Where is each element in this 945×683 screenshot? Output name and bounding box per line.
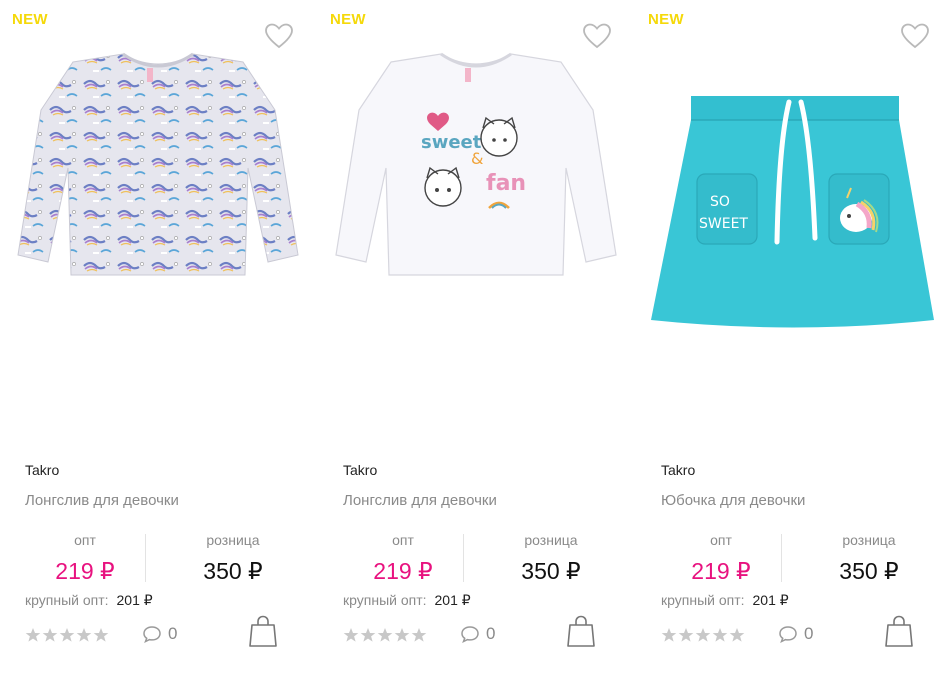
wholesale-label: крупный опт: (25, 592, 109, 608)
wholesale-label: крупный опт: (661, 592, 745, 608)
product-card[interactable]: NEW SO SWEET Takro Юбочка для девочки оп… (644, 0, 944, 683)
print-text-fan: fan (486, 171, 526, 196)
shopping-bag-icon (885, 615, 913, 647)
star-rating[interactable] (25, 627, 109, 643)
price-retail-column: розница 350 ₽ (481, 532, 621, 585)
star-rating[interactable] (343, 627, 427, 643)
price-opt-label: опт (392, 532, 414, 548)
price-opt-label: опт (74, 532, 96, 548)
price-opt-column: опт 219 ₽ (25, 532, 145, 585)
price-block: опт 219 ₽ розница 350 ₽ (661, 532, 941, 584)
star-icon (59, 628, 75, 642)
product-card[interactable]: NEW Takro Лонгслив для девочки опт 219 ₽… (8, 0, 308, 683)
product-title[interactable]: Лонгслив для девочки (25, 492, 179, 509)
star-icon (25, 628, 41, 642)
favorite-heart-icon[interactable] (582, 22, 612, 50)
comments-count: 0 (486, 624, 496, 643)
print-text-sweet: SWEET (699, 216, 748, 232)
star-icon (76, 628, 92, 642)
price-retail-value: 350 ₽ (521, 558, 581, 584)
product-brand[interactable]: Takro (343, 462, 377, 478)
comments-count: 0 (804, 624, 814, 643)
product-title[interactable]: Юбочка для девочки (661, 492, 805, 509)
price-retail-column: розница 350 ₽ (799, 532, 939, 585)
wholesale-value: 201 ₽ (752, 592, 789, 608)
add-to-cart-button[interactable] (566, 614, 596, 648)
star-icon (360, 628, 376, 642)
star-icon (678, 628, 694, 642)
price-retail-value: 350 ₽ (839, 558, 899, 584)
price-opt-value: 219 ₽ (373, 558, 433, 584)
price-retail-label: розница (842, 532, 896, 548)
favorite-heart-icon[interactable] (900, 22, 930, 50)
star-icon (377, 628, 393, 642)
star-icon (343, 628, 359, 642)
wholesale-price: крупный опт: 201 ₽ (661, 592, 789, 609)
new-badge: NEW (330, 11, 366, 28)
product-photo-skirt[interactable]: SO SWEET (644, 50, 944, 430)
price-divider (463, 534, 464, 582)
product-brand[interactable]: Takro (25, 462, 59, 478)
price-retail-label: розница (206, 532, 260, 548)
comment-icon (461, 626, 479, 643)
star-icon (661, 628, 677, 642)
comments-link[interactable]: 0 (142, 624, 177, 644)
star-icon (394, 628, 410, 642)
product-title[interactable]: Лонгслив для девочки (343, 492, 497, 509)
price-opt-value: 219 ₽ (691, 558, 751, 584)
product-card[interactable]: NEW sweet & fan Takro Лонгслив для девоч… (326, 0, 626, 683)
svg-text:&: & (471, 149, 483, 168)
price-retail-value: 350 ₽ (203, 558, 263, 584)
star-icon (411, 628, 427, 642)
star-icon (712, 628, 728, 642)
shopping-bag-icon (567, 615, 595, 647)
product-brand[interactable]: Takro (661, 462, 695, 478)
shopping-bag-icon (249, 615, 277, 647)
product-photo-longsleeve[interactable]: sweet & fan (326, 50, 626, 430)
star-icon (42, 628, 58, 642)
wholesale-label: крупный опт: (343, 592, 427, 608)
star-rating[interactable] (661, 627, 745, 643)
comment-icon (779, 626, 797, 643)
price-opt-column: опт 219 ₽ (661, 532, 781, 585)
add-to-cart-button[interactable] (884, 614, 914, 648)
comments-link[interactable]: 0 (778, 624, 813, 644)
star-icon (93, 628, 109, 642)
comment-icon (143, 626, 161, 643)
add-to-cart-button[interactable] (248, 614, 278, 648)
comments-count: 0 (168, 624, 178, 643)
product-photo-longsleeve[interactable] (8, 50, 308, 430)
price-opt-value: 219 ₽ (55, 558, 115, 584)
price-block: опт 219 ₽ розница 350 ₽ (25, 532, 305, 584)
print-text-so: SO (710, 194, 730, 210)
price-divider (145, 534, 146, 582)
price-retail-label: розница (524, 532, 578, 548)
star-icon (729, 628, 745, 642)
price-retail-column: розница 350 ₽ (163, 532, 303, 585)
price-block: опт 219 ₽ розница 350 ₽ (343, 532, 623, 584)
price-opt-column: опт 219 ₽ (343, 532, 463, 585)
wholesale-price: крупный опт: 201 ₽ (25, 592, 153, 609)
wholesale-value: 201 ₽ (116, 592, 153, 608)
new-badge: NEW (12, 11, 48, 28)
wholesale-price: крупный опт: 201 ₽ (343, 592, 471, 609)
favorite-heart-icon[interactable] (264, 22, 294, 50)
new-badge: NEW (648, 11, 684, 28)
star-icon (695, 628, 711, 642)
price-divider (781, 534, 782, 582)
comments-link[interactable]: 0 (460, 624, 495, 644)
product-grid: NEW Takro Лонгслив для девочки опт 219 ₽… (0, 0, 945, 683)
wholesale-value: 201 ₽ (434, 592, 471, 608)
price-opt-label: опт (710, 532, 732, 548)
